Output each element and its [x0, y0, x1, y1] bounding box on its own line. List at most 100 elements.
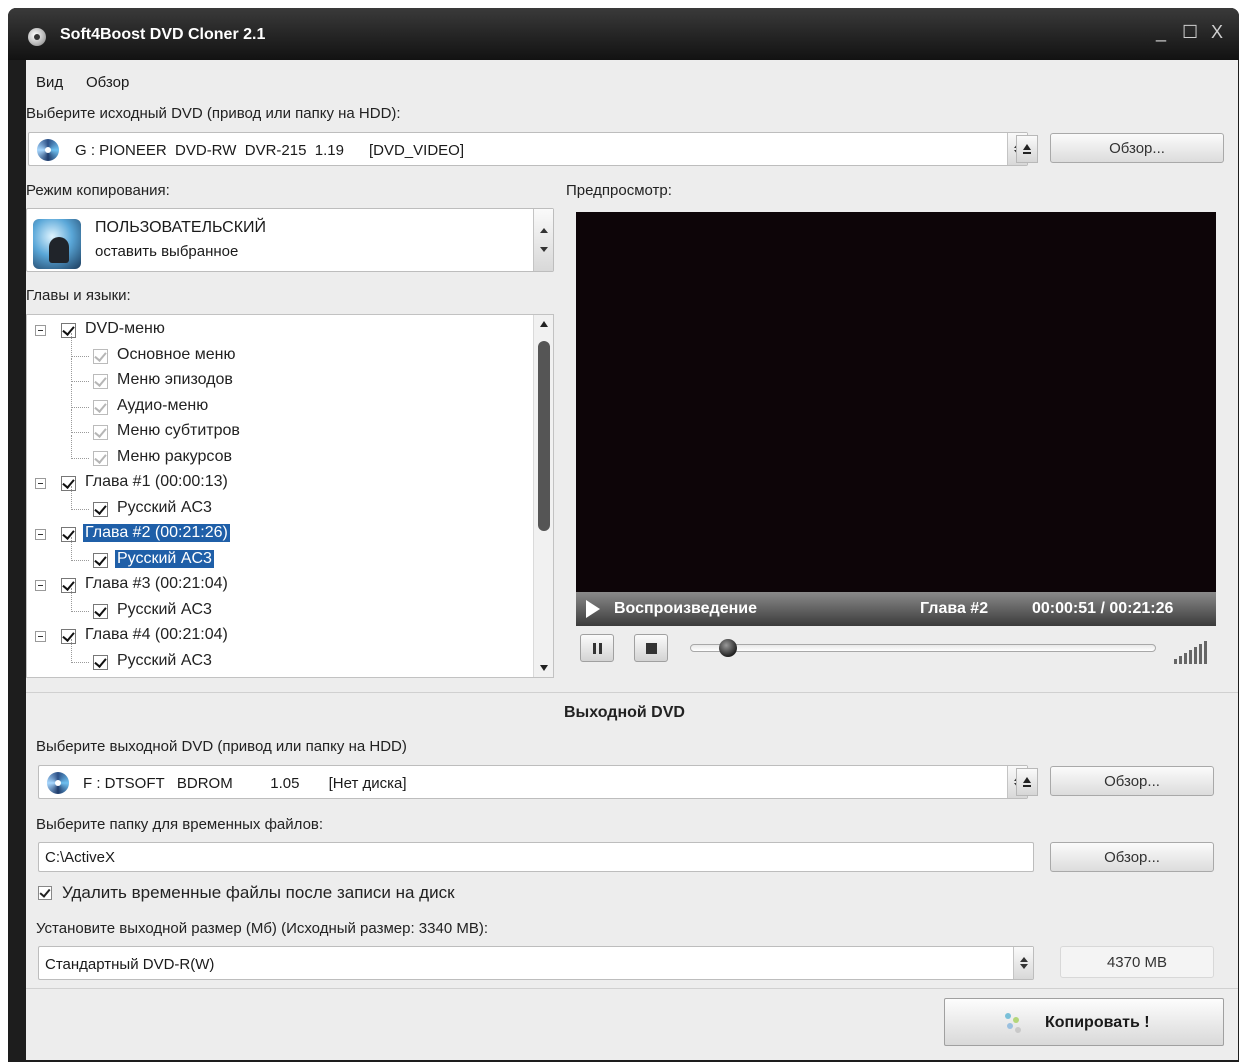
tree-node-label: Русский AC3	[117, 498, 212, 516]
tree-node-label: Меню ракурсов	[117, 447, 232, 465]
chapters-tree[interactable]: DVD-меню Основное меню Меню эпизодов Аудио-…	[26, 314, 554, 678]
source-drive-select[interactable]: G : PIONEER DVD-RW DVR-215 1.19 [DVD_VID…	[28, 132, 1028, 166]
output-drive-select[interactable]: F : DTSOFT BDROM 1.05 [Нет диска]	[38, 765, 1028, 799]
tree-child-node[interactable]: Русский AC3	[27, 536, 527, 571]
stop-icon	[646, 643, 657, 654]
playback-time: 00:00:51 / 00:21:26	[1032, 600, 1174, 617]
tree-node[interactable]: Глава #3 (00:21:04)	[27, 574, 527, 596]
tree-checkbox[interactable]	[61, 578, 76, 593]
tree-checkbox[interactable]	[93, 603, 108, 619]
tree-node[interactable]: Глава #2 (00:21:26)	[27, 523, 527, 545]
collapse-toggle-icon[interactable]	[35, 478, 46, 489]
tree-line	[71, 332, 72, 357]
copy-mode-select[interactable]: ПОЛЬЗОВАТЕЛЬСКИЙ оставить выбранное	[26, 208, 554, 272]
scroll-down-icon[interactable]	[540, 665, 548, 671]
collapse-toggle-icon[interactable]	[35, 529, 46, 540]
volume-bar	[1199, 644, 1202, 664]
scroll-up-icon[interactable]	[540, 321, 548, 327]
output-browse-button[interactable]: Обзор...	[1050, 766, 1214, 796]
source-drive-value: G : PIONEER DVD-RW DVR-215 1.19 [DVD_VID…	[75, 142, 464, 159]
tree-child-node[interactable]: Меню субтитров	[27, 409, 527, 443]
temp-browse-button[interactable]: Обзор...	[1050, 842, 1214, 872]
tree-child-node[interactable]: Аудио-меню	[27, 383, 527, 418]
seek-slider[interactable]	[690, 644, 1156, 652]
disc-icon	[47, 772, 69, 794]
stop-button[interactable]	[634, 634, 668, 662]
playback-info-bar: Воспроизведение Глава #2 00:00:51 / 00:2…	[576, 592, 1216, 626]
menu-browse[interactable]: Обзор	[86, 74, 129, 91]
volume-bar	[1174, 659, 1177, 664]
tree-child-node[interactable]: Меню эпизодов	[27, 358, 527, 392]
tree-checkbox[interactable]	[93, 654, 108, 670]
volume-bar	[1179, 656, 1182, 664]
tree-checkbox[interactable]	[93, 552, 108, 568]
tree-checkbox[interactable]	[93, 450, 108, 466]
temp-folder-value: C:\ActiveX	[45, 849, 116, 866]
copy-button-label: Копировать !	[1045, 1014, 1150, 1031]
tree-node-label: Глава #1 (00:00:13)	[85, 473, 228, 490]
title-bar[interactable]: Soft4Boost DVD Cloner 2.1 _ ☐ X	[8, 8, 1239, 60]
scroll-thumb[interactable]	[538, 341, 550, 531]
delete-temp-label: Удалить временные файлы после записи на …	[62, 883, 455, 902]
copy-button[interactable]: Копировать !	[944, 998, 1224, 1046]
tree-checkbox[interactable]	[61, 527, 76, 542]
tree-checkbox[interactable]	[93, 374, 108, 389]
copy-mode-title: ПОЛЬЗОВАТЕЛЬСКИЙ	[95, 219, 267, 236]
tree-checkbox[interactable]	[61, 476, 76, 491]
copy-mode-subtitle: оставить выбранное	[95, 243, 239, 260]
tree-checkbox[interactable]	[93, 399, 108, 415]
tree-child-node[interactable]: Меню ракурсов	[27, 434, 527, 469]
tree-child-node[interactable]: Русский AC3	[27, 587, 527, 622]
output-section-title: Выходной DVD	[564, 704, 685, 721]
output-drive-value: F : DTSOFT BDROM 1.05 [Нет диска]	[83, 775, 407, 792]
temp-folder-label: Выберите папку для временных файлов:	[36, 816, 324, 833]
tree-node[interactable]: Глава #1 (00:00:13)	[27, 472, 527, 494]
seek-knob[interactable]	[719, 639, 738, 657]
collapse-toggle-icon[interactable]	[35, 631, 46, 642]
tree-checkbox[interactable]	[93, 348, 108, 364]
tree-node[interactable]: Глава #4 (00:21:04)	[27, 625, 527, 647]
tree-node-label: DVD-меню	[85, 320, 165, 337]
preview-label: Предпросмотр:	[566, 182, 672, 199]
tree-node-label: Аудио-меню	[117, 396, 209, 414]
play-icon	[586, 600, 600, 618]
pause-button[interactable]	[580, 634, 614, 662]
playback-chapter: Глава #2	[920, 600, 989, 617]
tree-checkbox[interactable]	[61, 323, 76, 338]
tree-child-node[interactable]: Русский AC3	[27, 485, 527, 520]
volume-icon[interactable]	[1174, 640, 1216, 664]
copy-icon	[1005, 1013, 1023, 1035]
tree-line	[71, 457, 89, 459]
delete-temp-checkbox[interactable]	[38, 886, 52, 900]
minimize-button[interactable]: _	[1156, 22, 1166, 43]
collapse-toggle-icon[interactable]	[35, 580, 46, 591]
menu-view[interactable]: Вид	[36, 74, 63, 91]
tree-checkbox[interactable]	[93, 425, 108, 440]
temp-folder-input[interactable]: C:\ActiveX	[38, 842, 1034, 872]
maximize-button[interactable]: ☐	[1182, 22, 1198, 43]
source-browse-button[interactable]: Обзор...	[1050, 133, 1224, 163]
output-size-label: Установите выходной размер (Мб) (Исходны…	[36, 920, 488, 937]
source-eject-icon[interactable]	[1016, 135, 1038, 163]
tree-node-label: Глава #3 (00:21:04)	[85, 575, 228, 592]
tree-line	[71, 508, 89, 510]
output-size-select[interactable]: Стандартный DVD-R(W)	[38, 946, 1034, 980]
collapse-toggle-icon[interactable]	[35, 325, 46, 336]
tree-child-node[interactable]: Основное меню	[27, 332, 527, 367]
output-eject-icon[interactable]	[1016, 768, 1038, 796]
tree-line	[71, 383, 72, 408]
volume-bar	[1194, 647, 1197, 664]
user-mode-icon	[33, 219, 81, 269]
tree-checkbox[interactable]	[93, 501, 108, 517]
tree-node[interactable]: DVD-меню	[27, 319, 527, 341]
close-button[interactable]: X	[1211, 22, 1223, 43]
copy-mode-spin-icon[interactable]	[533, 209, 553, 271]
output-size-value: 4370 MB	[1060, 946, 1214, 978]
tree-child-node[interactable]: Русский AC3	[27, 638, 527, 673]
output-size-spin-icon[interactable]	[1013, 947, 1033, 979]
tree-label: Главы и языки:	[26, 287, 131, 304]
tree-scrollbar[interactable]	[533, 315, 553, 677]
tree-line	[71, 381, 89, 382]
window-title: Soft4Boost DVD Cloner 2.1	[60, 26, 266, 43]
tree-checkbox[interactable]	[61, 629, 76, 644]
